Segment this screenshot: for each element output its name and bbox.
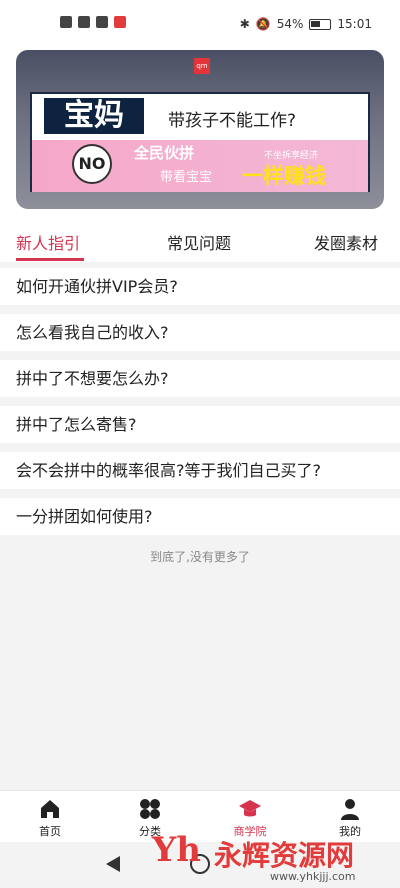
banner-title: 宝妈 <box>44 98 144 134</box>
user-icon <box>341 799 359 820</box>
active-tab-indicator <box>16 258 84 261</box>
no-badge: NO <box>72 144 112 184</box>
watermark-logo-icon: Yh <box>152 830 201 870</box>
banner-carousel[interactable]: qm 宝妈 带孩子不能工作? NO 全民伙拼 不坐拆享经济 带看宝宝 一样赚钱 <box>16 50 384 209</box>
brand-logo: qm <box>194 58 210 74</box>
status-right: ✱ 🔕 54% 15:01 <box>240 17 372 31</box>
tab-share-materials[interactable]: 发圈素材 <box>314 230 378 254</box>
tabbar-home-label: 首页 <box>39 825 61 838</box>
notification-icon <box>114 16 126 28</box>
battery-icon <box>309 18 332 30</box>
tabbar-home[interactable]: 首页 <box>20 797 80 839</box>
graduation-cap-icon <box>239 800 261 817</box>
bluetooth-icon: ✱ <box>239 17 250 31</box>
status-left <box>60 16 126 28</box>
banner-tagline: 带孩子不能工作? <box>168 111 297 131</box>
home-icon <box>41 800 59 818</box>
watermark-url: www.yhkjjj.com <box>270 870 356 883</box>
banner-section: qm 宝妈 带孩子不能工作? NO 全民伙拼 不坐拆享经济 带看宝宝 一样赚钱 <box>0 50 400 241</box>
clock: 15:01 <box>337 17 372 31</box>
battery-percent: 54% <box>276 17 304 31</box>
tab-newcomer-guide[interactable]: 新人指引 <box>16 230 80 254</box>
banner-promo-text: 带看宝宝 <box>160 170 213 185</box>
faq-list: 如何开通伙拼VIP会员? 怎么看我自己的收入? 拼中了不想要怎么办? 拼中了怎么… <box>0 268 400 544</box>
list-item[interactable]: 一分拼团如何使用? <box>0 498 400 535</box>
banner-promo-highlight: 一样赚钱 <box>242 164 326 188</box>
hd-icon <box>60 16 72 28</box>
list-item[interactable]: 如何开通伙拼VIP会员? <box>0 268 400 305</box>
list-item[interactable]: 怎么看我自己的收入? <box>0 314 400 351</box>
mute-icon: 🔕 <box>255 17 271 31</box>
banner-promo-title: 全民伙拼 <box>134 144 195 162</box>
watermark-name: 永辉资源网 <box>214 839 355 872</box>
category-icon <box>140 799 160 819</box>
status-bar: ✱ 🔕 54% 15:01 <box>0 0 400 50</box>
watermark: Yh 永辉资源网 www.yhkjjj.com <box>150 826 380 888</box>
list-item[interactable]: 会不会拼中的概率很高?等于我们自己买了? <box>0 452 400 489</box>
tab-faq[interactable]: 常见问题 <box>167 230 231 254</box>
signal-icon <box>78 16 90 28</box>
app-icon <box>96 16 108 28</box>
list-item[interactable]: 拼中了不想要怎么办? <box>0 360 400 397</box>
banner-panel: 宝妈 带孩子不能工作? NO 全民伙拼 不坐拆享经济 带看宝宝 一样赚钱 <box>30 92 370 192</box>
back-icon[interactable] <box>106 856 120 872</box>
category-tabs: 新人指引 常见问题 发圈素材 <box>0 220 400 262</box>
list-item[interactable]: 拼中了怎么寄售? <box>0 406 400 443</box>
end-of-list-text: 到底了,没有更多了 <box>150 550 250 564</box>
